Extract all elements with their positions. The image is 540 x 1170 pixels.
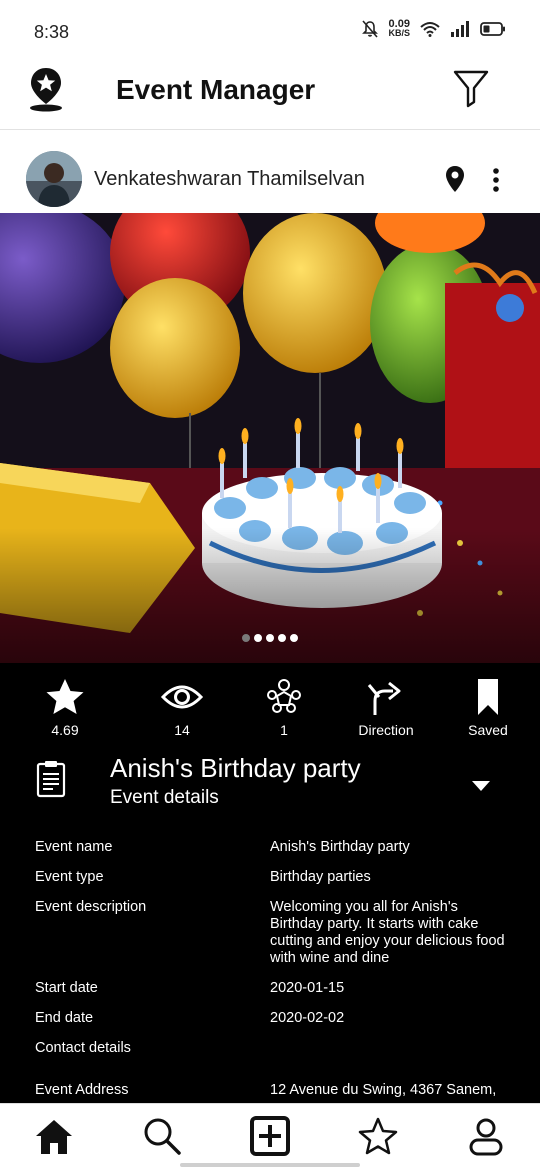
detail-row: Event type Birthday parties bbox=[35, 869, 505, 886]
post-author-row: Venkateshwaran Thamilselvan bbox=[0, 131, 540, 213]
carousel-dot[interactable] bbox=[290, 634, 298, 642]
rating-value: 4.69 bbox=[51, 722, 79, 738]
detail-label: Start date bbox=[35, 980, 98, 996]
event-details-list: Event name Anish's Birthday party Event … bbox=[35, 839, 505, 1103]
event-header[interactable]: Anish's Birthday party Event details bbox=[0, 751, 540, 811]
detail-row: Event description Welcoming you all for … bbox=[35, 899, 505, 967]
event-info-panel: 4.69 14 1 Direction Saved Anish's Birthd… bbox=[0, 663, 540, 1103]
battery-icon bbox=[480, 22, 505, 36]
carousel-dot[interactable] bbox=[278, 634, 286, 642]
bookmark-icon bbox=[478, 679, 498, 715]
detail-label: Event name bbox=[35, 839, 113, 855]
action-bar: 4.69 14 1 Direction Saved bbox=[0, 677, 540, 757]
direction-icon bbox=[367, 681, 401, 715]
carousel-dot[interactable] bbox=[266, 634, 274, 642]
detail-label: Event description bbox=[35, 899, 147, 915]
wifi-icon bbox=[420, 22, 440, 37]
detail-row: Contact details bbox=[35, 1040, 505, 1057]
carousel-dot[interactable] bbox=[242, 634, 250, 642]
mute-icon bbox=[362, 20, 379, 38]
people-group-icon bbox=[267, 679, 301, 713]
event-subtitle: Event details bbox=[110, 787, 219, 808]
app-header: Event Manager bbox=[0, 60, 540, 130]
detail-value: Anish's Birthday party bbox=[270, 839, 410, 855]
avatar-image bbox=[26, 151, 82, 207]
direction-action[interactable]: Direction bbox=[341, 677, 431, 738]
home-indicator bbox=[180, 1163, 360, 1167]
detail-value: 12 Avenue du Swing, 4367 Sanem, bbox=[270, 1082, 497, 1098]
views-count: 14 bbox=[174, 722, 190, 738]
detail-value bbox=[270, 1040, 505, 1057]
author-name[interactable]: Venkateshwaran Thamilselvan bbox=[94, 168, 365, 191]
saved-action[interactable]: Saved bbox=[443, 677, 533, 738]
detail-value: Birthday parties bbox=[270, 869, 371, 885]
net-speed: 0.09 KB/S bbox=[388, 18, 410, 38]
detail-row: Start date 2020-01-15 bbox=[35, 980, 505, 997]
detail-value: 2020-01-15 bbox=[270, 980, 345, 996]
event-title: Anish's Birthday party bbox=[110, 753, 361, 783]
carousel-dot[interactable] bbox=[254, 634, 262, 642]
direction-label: Direction bbox=[358, 722, 414, 738]
detail-value: 2020-02-02 bbox=[270, 1010, 345, 1026]
detail-row: Event name Anish's Birthday party bbox=[35, 839, 505, 856]
avatar[interactable] bbox=[26, 151, 82, 207]
star-icon bbox=[46, 679, 84, 714]
add-box-icon[interactable] bbox=[250, 1116, 290, 1156]
profile-icon[interactable] bbox=[466, 1116, 506, 1156]
bottom-nav bbox=[0, 1103, 540, 1170]
detail-value: Welcoming you all for Anish's Birthday p… bbox=[270, 899, 505, 966]
signal-icon bbox=[451, 21, 469, 37]
home-icon[interactable] bbox=[34, 1116, 74, 1156]
page-title: Event Manager bbox=[116, 74, 316, 105]
status-bar: 8:38 0.09 KB/S bbox=[0, 0, 540, 60]
attendees-action[interactable]: 1 bbox=[239, 677, 329, 738]
more-vert-icon[interactable] bbox=[488, 167, 504, 193]
detail-label: Event Address bbox=[35, 1082, 129, 1098]
event-image-carousel[interactable] bbox=[0, 213, 540, 663]
search-icon[interactable] bbox=[142, 1116, 182, 1156]
event-image bbox=[0, 213, 540, 663]
saved-label: Saved bbox=[468, 722, 508, 738]
status-time: 8:38 bbox=[34, 22, 70, 42]
detail-label: Contact details bbox=[35, 1040, 131, 1056]
eye-icon bbox=[161, 685, 203, 709]
detail-row: Event Address 12 Avenue du Swing, 4367 S… bbox=[35, 1082, 505, 1099]
rating-action[interactable]: 4.69 bbox=[20, 677, 110, 738]
detail-row: End date 2020-02-02 bbox=[35, 1010, 505, 1027]
carousel-dots bbox=[0, 634, 540, 642]
views-action[interactable]: 14 bbox=[137, 677, 227, 738]
location-pin-icon[interactable] bbox=[444, 165, 466, 193]
clipboard-icon bbox=[36, 761, 66, 798]
star-outline-icon[interactable] bbox=[358, 1116, 398, 1156]
detail-label: End date bbox=[35, 1010, 94, 1026]
status-icons: 0.09 KB/S bbox=[362, 18, 506, 38]
location-star-icon[interactable] bbox=[26, 66, 66, 112]
caret-down-icon[interactable] bbox=[470, 779, 492, 793]
attendees-count: 1 bbox=[280, 722, 288, 738]
detail-label: Event type bbox=[35, 869, 104, 885]
filter-icon[interactable] bbox=[452, 68, 490, 108]
